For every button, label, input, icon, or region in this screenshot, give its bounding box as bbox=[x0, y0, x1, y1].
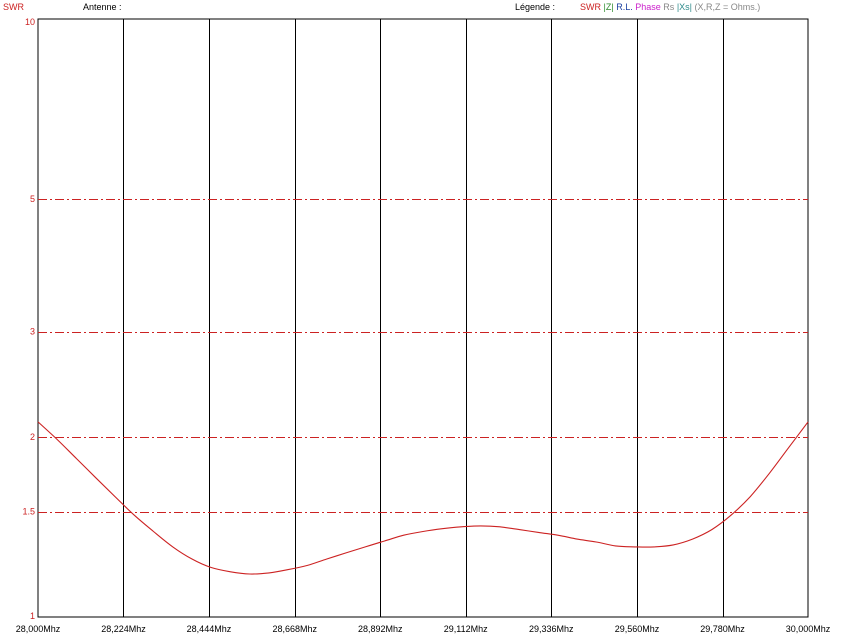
y-tick-label: 5 bbox=[30, 194, 35, 204]
y-tick-label: 1.5 bbox=[22, 507, 35, 517]
x-tick-label: 30,000Mhz bbox=[786, 624, 831, 634]
x-tick-label: 28,444Mhz bbox=[187, 624, 232, 634]
swr-series-line bbox=[37, 421, 809, 575]
x-tick-label: 28,000Mhz bbox=[16, 624, 61, 634]
series-layer bbox=[37, 421, 809, 575]
label-layer: 28,000Mhz 28,224Mhz 28,444Mhz 28,668Mhz 28,8… bbox=[16, 17, 831, 634]
y-tick-label: 3 bbox=[30, 327, 35, 337]
y-tick-label: 1 bbox=[30, 611, 35, 621]
x-tick-label: 29,112Mhz bbox=[444, 624, 488, 634]
swr-chart: 28,000Mhz 28,224Mhz 28,444Mhz 28,668Mhz 28,8… bbox=[16, 17, 831, 634]
x-tick-label: 29,780Mhz bbox=[700, 624, 745, 634]
grid-layer bbox=[37, 18, 809, 618]
x-tick-label: 29,336Mhz bbox=[529, 624, 574, 634]
x-tick-label: 28,892Mhz bbox=[358, 624, 403, 634]
y-tick-label: 10 bbox=[25, 17, 35, 27]
x-tick-label: 28,224Mhz bbox=[101, 624, 146, 634]
plot-frame bbox=[37, 18, 809, 618]
x-tick-label: 28,668Mhz bbox=[273, 624, 318, 634]
x-tick-label: 29,560Mhz bbox=[615, 624, 660, 634]
y-tick-label: 2 bbox=[30, 432, 35, 442]
